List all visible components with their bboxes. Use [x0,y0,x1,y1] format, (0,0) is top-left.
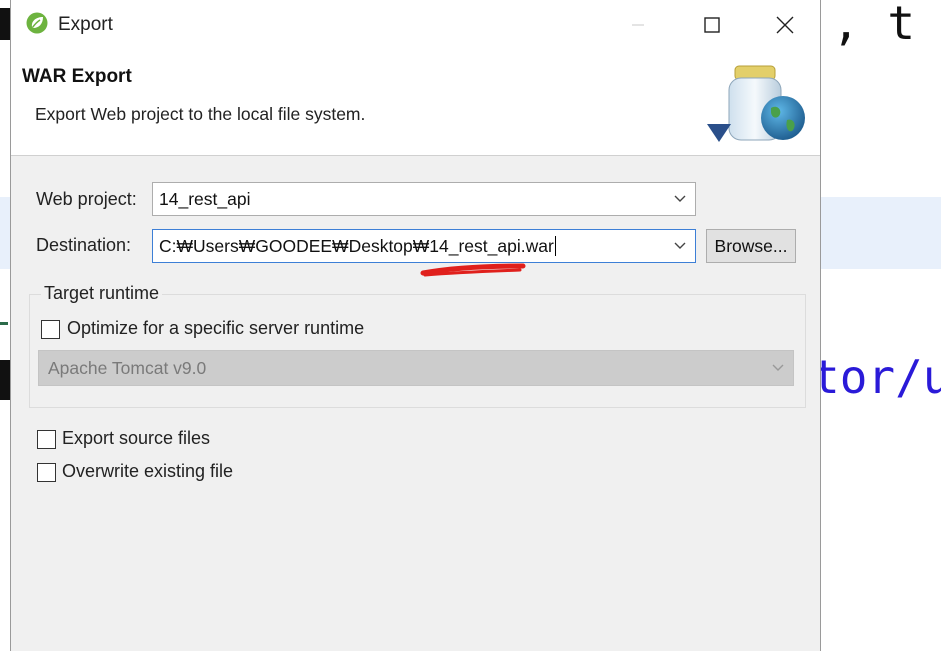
wizard-header: WAR Export Export Web project to the loc… [11,50,820,156]
overwrite-label: Overwrite existing file [62,461,234,481]
optimize-runtime-label: Optimize for a specific server runtime [67,318,365,338]
text-caret [554,236,556,256]
maximize-icon [704,17,720,33]
runtime-select: Apache Tomcat v9.0 [38,350,794,386]
destination-text: C:₩Users₩GOODEE₩Desktop₩14_rest_api.war [159,236,556,257]
chevron-down-icon [772,364,784,371]
editor-text-fragment [0,360,10,400]
maximize-button[interactable] [683,0,741,50]
wizard-description: Export Web project to the local file sys… [35,104,366,124]
target-runtime-legend: Target runtime [41,283,163,304]
web-project-value: 14_rest_api [159,189,251,209]
editor-text-fragment [0,8,10,40]
jar-globe-icon [707,65,805,142]
chevron-down-icon [674,242,686,249]
wizard-title: WAR Export [22,66,132,87]
web-project-combo[interactable]: 14_rest_api [152,182,696,216]
export-source-checkbox[interactable] [37,430,56,449]
runtime-select-value: Apache Tomcat v9.0 [48,358,207,378]
destination-label: Destination: [36,235,132,255]
export-dialog: Export WAR Export Export Web project to … [10,0,821,651]
red-annotation-underline [420,263,526,277]
editor-code-line: tor/u [812,350,941,404]
overwrite-checkbox[interactable] [37,463,56,482]
close-button[interactable] [756,0,814,50]
spring-leaf-icon [26,12,48,34]
editor-text-fragment [0,322,8,325]
minimize-icon [632,24,644,26]
browse-button[interactable]: Browse... [706,229,796,263]
optimize-runtime-checkbox[interactable] [41,320,60,339]
web-project-label: Web project: [36,189,137,209]
window-title: Export [58,14,113,35]
close-icon [776,16,794,34]
export-source-label: Export source files [62,428,211,448]
destination-combo[interactable]: C:₩Users₩GOODEE₩Desktop₩14_rest_api.war [152,229,696,263]
title-bar[interactable]: Export [11,0,820,50]
chevron-down-icon [674,195,686,202]
editor-code-line: , t [832,0,916,50]
minimize-button[interactable] [609,0,667,50]
destination-value: C:₩Users₩GOODEE₩Desktop₩14_rest_api.war [159,236,554,256]
